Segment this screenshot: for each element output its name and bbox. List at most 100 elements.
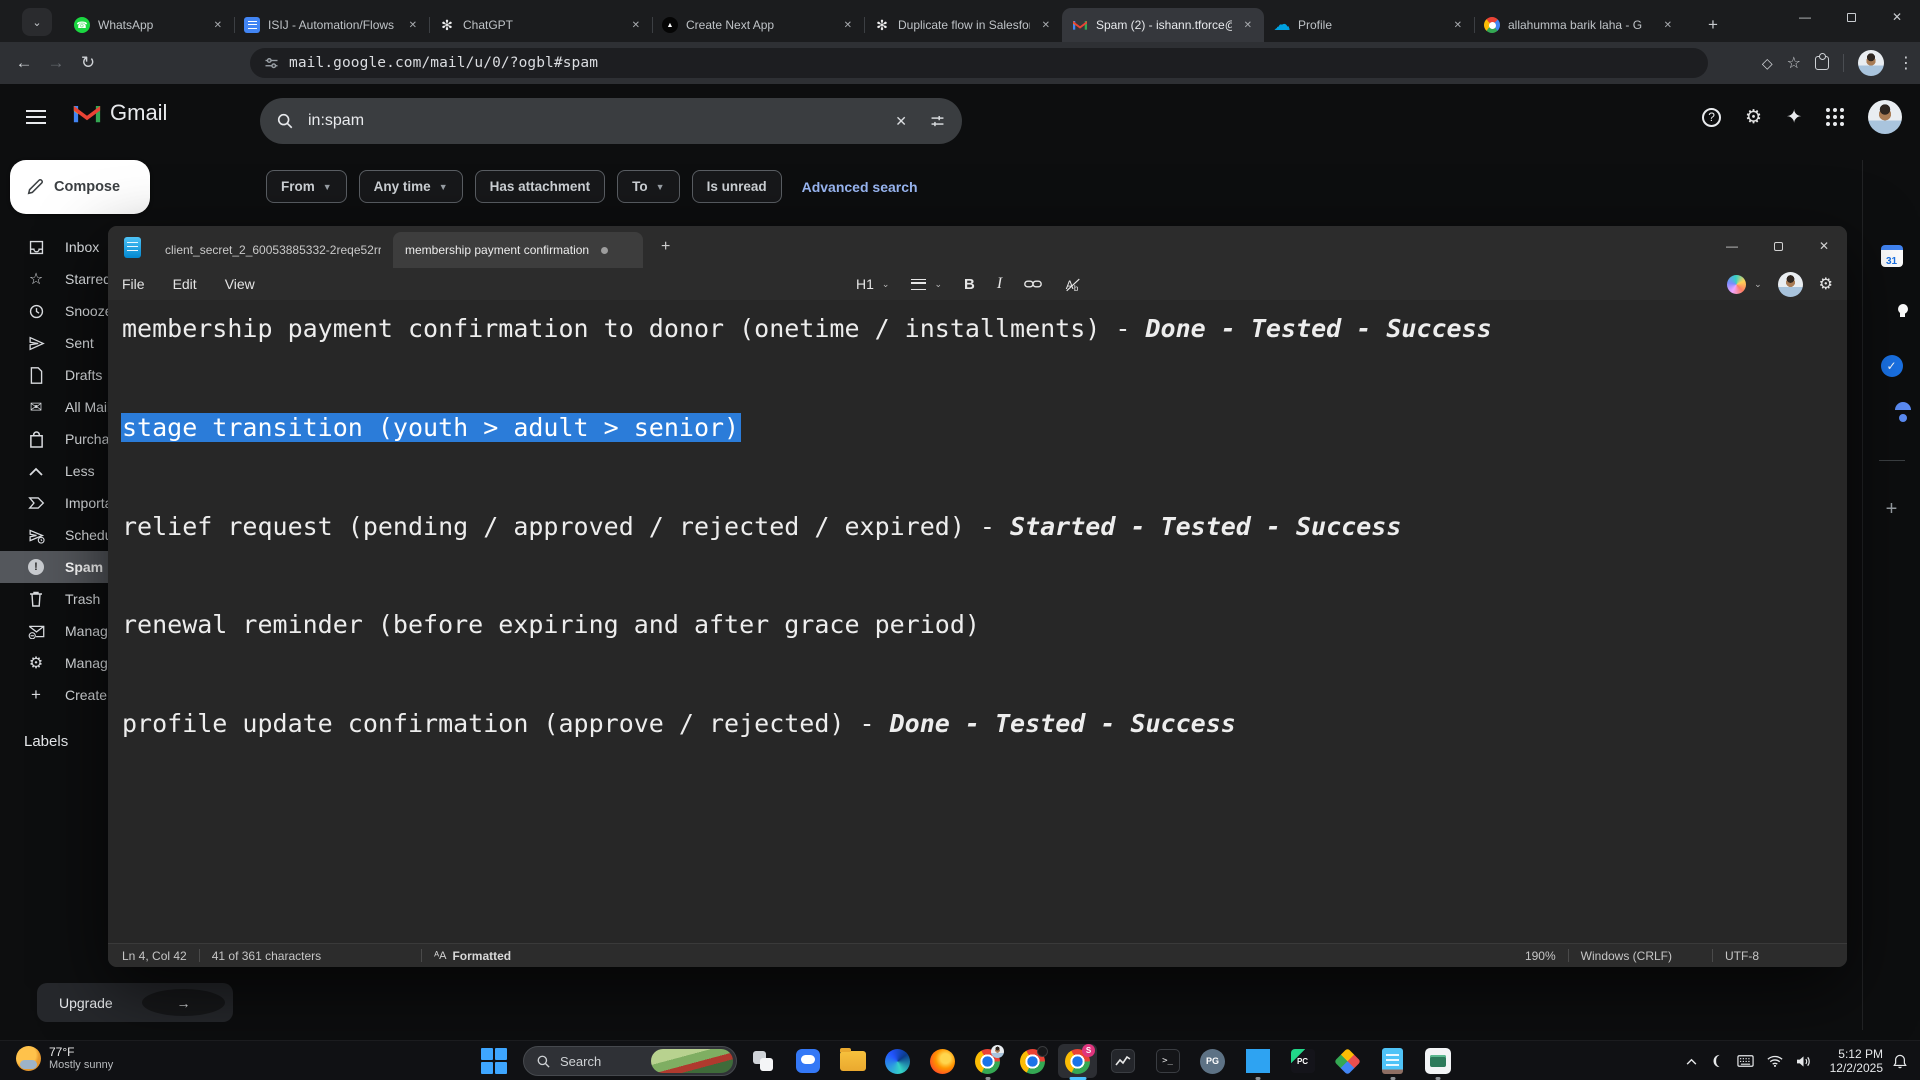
tab-close-icon[interactable]: ✕ (1038, 18, 1054, 33)
tab-close-icon[interactable]: ✕ (1450, 18, 1466, 33)
search-query-text[interactable]: in:spam (308, 112, 895, 130)
notepad-minimize-button[interactable]: — (1709, 226, 1755, 266)
browser-tab-whatsapp[interactable]: ☎ WhatsApp ✕ (64, 8, 234, 42)
chip-any-time[interactable]: Any time ▼ (358, 170, 463, 203)
calendar-icon[interactable]: 31 (1880, 245, 1903, 267)
browser-tab-chatgpt[interactable]: ✻ ChatGPT ✕ (429, 8, 652, 42)
notepad-new-tab-button[interactable]: + (661, 238, 670, 256)
taskbar-vscode-icon[interactable] (1235, 1041, 1280, 1080)
tab-close-icon[interactable]: ✕ (210, 18, 226, 33)
upgrade-button[interactable]: Upgrade → (37, 983, 233, 1022)
notifications-bell-icon[interactable] (1893, 1054, 1907, 1069)
chip-to[interactable]: To ▼ (617, 170, 680, 203)
text-editor-area[interactable]: membership payment confirmation to donor… (108, 300, 1847, 943)
taskbar-task-manager-icon[interactable] (1100, 1041, 1145, 1080)
tab-close-icon[interactable]: ✕ (628, 18, 644, 33)
weather-widget[interactable]: 77°F Mostly sunny (16, 1045, 113, 1072)
browser-tab-google-search[interactable]: allahumma barik laha - G ✕ (1474, 8, 1684, 42)
get-addons-icon[interactable]: + (1886, 498, 1898, 521)
menu-edit[interactable]: Edit (159, 276, 211, 292)
help-icon[interactable]: ? (1702, 107, 1722, 127)
hidden-icons-chevron[interactable] (1686, 1058, 1697, 1065)
new-tab-button[interactable]: + (1700, 12, 1726, 38)
tasks-icon[interactable]: ✓ (1880, 355, 1903, 377)
compose-button[interactable]: Compose (10, 160, 150, 214)
taskbar-notepad-icon[interactable] (1370, 1041, 1415, 1080)
chevron-down-icon[interactable]: ⌄ (882, 279, 890, 290)
browser-tab-create-next-app[interactable]: ▲ Create Next App ✕ (652, 8, 864, 42)
browser-tab-duplicate-flow[interactable]: ✻ Duplicate flow in Salesfor ✕ (864, 8, 1062, 42)
notepad-account-avatar[interactable] (1777, 271, 1803, 297)
volume-icon[interactable] (1796, 1055, 1811, 1068)
search-filter-icon[interactable] (929, 113, 946, 130)
touch-keyboard-icon[interactable] (1736, 1055, 1754, 1067)
copilot-icon[interactable] (1727, 274, 1747, 294)
clear-formatting-icon[interactable]: Ab (1064, 277, 1082, 292)
chip-has-attachment[interactable]: Has attachment (474, 170, 606, 203)
taskbar-chrome-profile3-icon-active[interactable]: S (1055, 1041, 1100, 1080)
reading-mode-icon[interactable]: ◇ (1762, 55, 1773, 72)
taskbar-terminal-icon[interactable]: >_ (1145, 1041, 1190, 1080)
bookmark-star-icon[interactable]: ☆ (1787, 53, 1801, 73)
taskbar-chrome-profile2-icon[interactable] (1010, 1041, 1055, 1080)
account-avatar[interactable] (1868, 100, 1902, 134)
tab-close-icon[interactable]: ✕ (840, 18, 856, 33)
chip-is-unread[interactable]: Is unread (691, 170, 782, 203)
settings-gear-icon[interactable]: ⚙ (1745, 106, 1762, 129)
tab-close-icon[interactable]: ✕ (1240, 18, 1256, 33)
extensions-icon[interactable] (1815, 53, 1829, 70)
insert-link-icon[interactable] (1024, 278, 1043, 290)
italic-button[interactable]: I (997, 275, 1002, 293)
google-apps-grid-icon[interactable] (1826, 108, 1844, 126)
address-bar[interactable]: mail.google.com/mail/u/0/?ogbl#spam (250, 48, 1708, 78)
site-settings-icon[interactable] (264, 56, 279, 71)
window-close-button[interactable]: ✕ (1874, 0, 1920, 34)
browser-menu-icon[interactable]: ⋮ (1898, 53, 1914, 73)
tray-moon-icon[interactable] (1710, 1054, 1724, 1068)
search-highlight-image[interactable] (651, 1049, 733, 1073)
line-ending-type[interactable]: Windows (CRLF) (1581, 949, 1672, 963)
gemini-spark-icon[interactable]: ✦ (1786, 106, 1802, 129)
notepad-settings-gear-icon[interactable]: ⚙ (1819, 274, 1833, 294)
browser-tab-isij[interactable]: ISIJ - Automation/Flows S ✕ (234, 8, 429, 42)
taskbar-edge-icon[interactable] (875, 1041, 920, 1080)
browser-tab-gmail-spam[interactable]: Spam (2) - ishann.tforce@ ✕ (1062, 8, 1264, 42)
list-format-icon[interactable] (911, 278, 927, 290)
taskbar-postgresql-icon[interactable]: PG (1190, 1041, 1235, 1080)
notepad-tab-membership[interactable]: membership payment confirmation (393, 232, 643, 268)
tab-close-icon[interactable]: ✕ (405, 18, 421, 33)
forward-button[interactable]: → (40, 47, 72, 79)
browser-profile-avatar[interactable] (1858, 50, 1884, 76)
taskbar-file-explorer-icon[interactable] (830, 1041, 875, 1080)
zoom-level[interactable]: 190% (1525, 949, 1556, 963)
window-restore-button[interactable] (1828, 0, 1874, 34)
encoding[interactable]: UTF-8 (1725, 949, 1759, 963)
chevron-down-icon[interactable]: ⌄ (934, 279, 942, 290)
bold-button[interactable]: B (964, 276, 975, 293)
window-minimize-button[interactable]: — (1782, 0, 1828, 34)
taskbar-chat-icon[interactable] (785, 1041, 830, 1080)
tab-search-button[interactable]: ⌄ (22, 8, 52, 36)
notepad-tab-client-secret[interactable]: client_secret_2_60053885332-2reqe52rribe (153, 232, 393, 268)
menu-view[interactable]: View (211, 276, 269, 292)
menu-file[interactable]: File (108, 276, 159, 292)
taskbar-chrome-profile1-icon[interactable] (965, 1041, 1010, 1080)
heading-style-button[interactable]: H1 (856, 276, 874, 292)
back-button[interactable]: ← (8, 47, 40, 79)
taskbar-pycharm-icon[interactable]: PC (1280, 1041, 1325, 1080)
main-menu-icon[interactable] (26, 110, 46, 124)
taskbar-taskpro-icon[interactable] (1415, 1041, 1460, 1080)
search-icon[interactable] (276, 112, 294, 130)
start-button[interactable] (481, 1048, 507, 1074)
taskbar-clock[interactable]: 5:12 PM 12/2/2025 (1830, 1047, 1883, 1075)
taskbar-diamond-app-icon[interactable] (1325, 1041, 1370, 1080)
chip-from[interactable]: From ▼ (266, 170, 347, 203)
wifi-icon[interactable] (1767, 1055, 1783, 1067)
reload-button[interactable]: ↻ (72, 47, 104, 79)
clear-search-icon[interactable]: ✕ (895, 113, 907, 130)
advanced-search-link[interactable]: Advanced search (802, 179, 918, 195)
chevron-down-icon[interactable]: ⌄ (1754, 279, 1762, 290)
notepad-maximize-button[interactable] (1755, 226, 1801, 266)
taskbar-widgets-icon[interactable] (740, 1041, 785, 1080)
mail-search-bar[interactable]: in:spam ✕ (260, 98, 962, 144)
